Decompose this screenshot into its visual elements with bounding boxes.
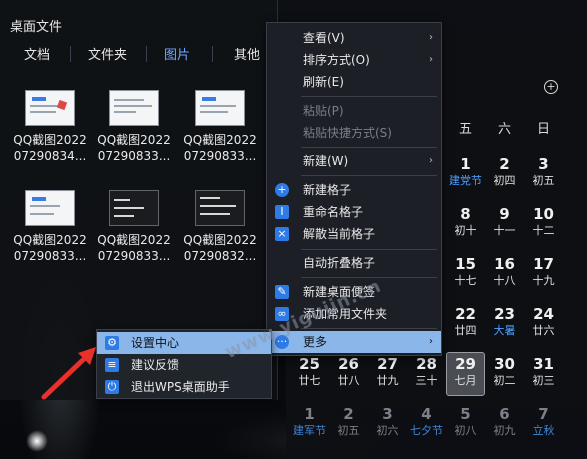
calendar-day[interactable]: 3 初五 <box>524 155 563 195</box>
image-thumbnail <box>25 90 75 126</box>
calendar-day-today[interactable]: 29 七月 <box>446 352 485 396</box>
tab-other[interactable]: 其他 <box>234 44 260 63</box>
calendar-day[interactable]: 26 廿八 <box>329 355 368 395</box>
file-name: QQ截图2022 07290833... <box>183 133 257 163</box>
wallpaper-light <box>26 430 48 452</box>
plus-icon: + <box>275 183 289 197</box>
menu-item-paste-shortcut[interactable]: 粘贴快捷方式(S) <box>267 122 441 144</box>
feedback-icon: ≡ <box>105 358 119 372</box>
menu-divider <box>301 96 437 97</box>
calendar-day[interactable]: 2 初五 <box>329 405 368 445</box>
tab-documents[interactable]: 文档 <box>24 44 50 63</box>
file-item[interactable]: QQ截图2022 07290834... <box>10 90 90 180</box>
panel-title: 桌面文件 <box>10 20 63 35</box>
menu-item-view[interactable]: 查看(V) › <box>267 27 441 49</box>
menu-item-new-box[interactable]: + 新建格子 <box>267 179 441 201</box>
calendar-day[interactable]: 31 初三 <box>524 355 563 395</box>
menu-item-paste[interactable]: 粘贴(P) <box>267 100 441 122</box>
calendar-day[interactable]: 15 十七 <box>446 255 485 295</box>
weekday-header: 日 <box>536 122 550 137</box>
image-thumbnail <box>195 190 245 226</box>
exit-icon: ⏻ <box>105 380 119 394</box>
calendar-day[interactable]: 28 三十 <box>407 355 446 395</box>
calendar-day[interactable]: 1 建军节 <box>290 405 329 445</box>
calendar-day[interactable]: 6 初九 <box>485 405 524 445</box>
calendar-day[interactable]: 3 初六 <box>368 405 407 445</box>
calendar-day[interactable]: 4 七夕节 <box>407 405 446 445</box>
file-name: QQ截图2022 07290832... <box>183 233 257 263</box>
calendar-day[interactable]: 25 廿七 <box>290 355 329 395</box>
file-name: QQ截图2022 07290833... <box>13 233 87 263</box>
file-item[interactable]: QQ截图2022 07290832... <box>180 190 260 280</box>
menu-item-auto-fold[interactable]: 自动折叠格子 <box>267 252 441 274</box>
file-name: QQ截图2022 07290833... <box>97 233 171 263</box>
menu-item-new[interactable]: 新建(W) › <box>267 150 441 172</box>
menu-divider <box>301 175 437 176</box>
chevron-right-icon: › <box>429 336 433 347</box>
file-item[interactable]: QQ截图2022 07290833... <box>94 190 174 280</box>
calendar-day[interactable]: 23 大暑 <box>485 305 524 345</box>
menu-divider <box>301 147 437 148</box>
menu-item-feedback[interactable]: ≡ 建议反馈 <box>97 354 271 376</box>
calendar-day[interactable]: 2 初四 <box>485 155 524 195</box>
file-item[interactable]: QQ截图2022 07290833... <box>94 90 174 180</box>
close-icon: × <box>275 227 289 241</box>
menu-item-dissolve-box[interactable]: × 解散当前格子 <box>267 223 441 245</box>
calendar-day[interactable]: 1 建党节 <box>446 155 485 195</box>
weekday-header: 六 <box>497 122 511 137</box>
calendar-day[interactable]: 8 初十 <box>446 205 485 245</box>
file-item[interactable]: QQ截图2022 07290833... <box>10 190 90 280</box>
menu-divider <box>301 328 437 329</box>
red-arrow-annotation <box>41 347 96 400</box>
menu-item-exit[interactable]: ⏻ 退出WPS桌面助手 <box>97 376 271 398</box>
tab-images[interactable]: 图片 <box>164 44 190 63</box>
file-tabs: 文档 文件夹 图片 其他 <box>0 44 278 66</box>
calendar-day[interactable]: 5 初八 <box>446 405 485 445</box>
gear-icon: ⚙ <box>105 336 119 350</box>
calendar-day[interactable]: 10 十二 <box>524 205 563 245</box>
calendar-day[interactable]: 17 十九 <box>524 255 563 295</box>
menu-item-sort[interactable]: 排序方式(O) › <box>267 49 441 71</box>
weekday-header: 五 <box>458 122 472 137</box>
chevron-right-icon: › <box>429 32 433 43</box>
file-name: QQ截图2022 07290834... <box>13 133 87 163</box>
calendar-day[interactable]: 22 廿四 <box>446 305 485 345</box>
menu-item-rename-box[interactable]: I 重命名格子 <box>267 201 441 223</box>
image-thumbnail <box>109 90 159 126</box>
feather-icon: ✎ <box>275 285 289 299</box>
calendar-day[interactable]: 30 初二 <box>485 355 524 395</box>
plus-circle-icon[interactable]: + <box>544 80 558 94</box>
file-item[interactable]: QQ截图2022 07290833... <box>180 90 260 180</box>
menu-divider <box>301 249 437 250</box>
calendar-day[interactable]: 9 十一 <box>485 205 524 245</box>
menu-item-refresh[interactable]: 刷新(E) <box>267 71 441 93</box>
chevron-right-icon: › <box>429 54 433 65</box>
calendar-day[interactable]: 7 立秋 <box>524 405 563 445</box>
calendar-day[interactable]: 24 廿六 <box>524 305 563 345</box>
tab-folders[interactable]: 文件夹 <box>88 44 127 63</box>
tab-divider <box>212 46 213 62</box>
tab-divider <box>70 46 71 62</box>
image-thumbnail <box>109 190 159 226</box>
rename-icon: I <box>275 205 289 219</box>
tab-divider <box>146 46 147 62</box>
chevron-right-icon: › <box>429 155 433 166</box>
image-thumbnail <box>25 190 75 226</box>
calendar-day[interactable]: 27 廿九 <box>368 355 407 395</box>
calendar-day[interactable]: 16 十八 <box>485 255 524 295</box>
file-name: QQ截图2022 07290833... <box>97 133 171 163</box>
image-thumbnail <box>195 90 245 126</box>
